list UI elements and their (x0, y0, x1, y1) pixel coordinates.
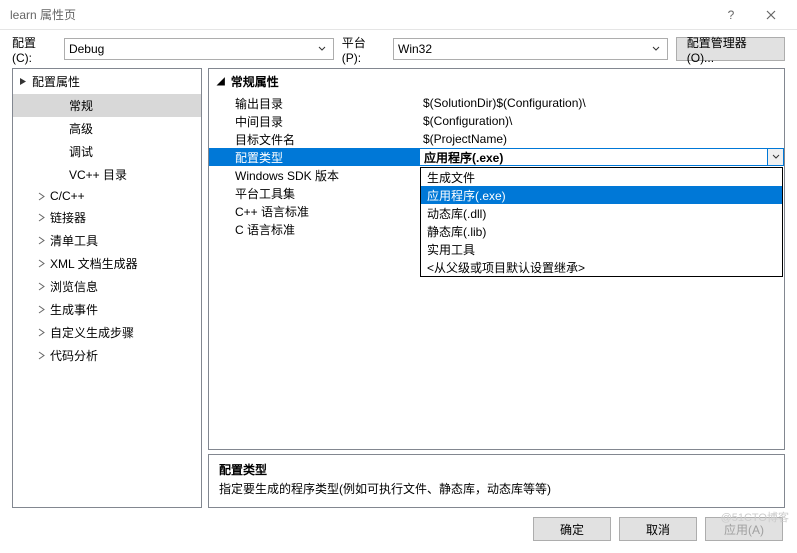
property-row[interactable]: 配置类型应用程序(.exe)生成文件应用程序(.exe)动态库(.dll)静态库… (209, 148, 784, 166)
tree-item-label: 高级 (69, 120, 93, 137)
tree-item[interactable]: 清单工具 (13, 229, 201, 252)
chevron-down-icon (772, 153, 780, 161)
dropdown-item[interactable]: <从父级或项目默认设置继承> (421, 258, 782, 276)
expand-icon[interactable] (37, 351, 46, 360)
property-row[interactable]: 中间目录$(Configuration)\ (209, 112, 784, 130)
tree-item[interactable]: C/C++ (13, 186, 201, 206)
property-name: 中间目录 (209, 112, 419, 130)
tree-item[interactable]: 常规 (13, 94, 201, 117)
tree-item[interactable]: VC++ 目录 (13, 163, 201, 186)
property-name: Windows SDK 版本 (209, 166, 419, 184)
tree-item-label: C/C++ (50, 189, 85, 203)
tree-item-label: XML 文档生成器 (50, 255, 138, 272)
dropdown-item[interactable]: 静态库(.lib) (421, 222, 782, 240)
ok-button[interactable]: 确定 (533, 517, 611, 541)
chevron-down-icon (315, 45, 329, 53)
tree-root[interactable]: 配置属性 (13, 69, 201, 94)
help-button[interactable]: ? (711, 0, 751, 30)
tree-item-label: VC++ 目录 (69, 166, 127, 183)
collapse-icon[interactable] (19, 77, 28, 86)
property-name: 平台工具集 (209, 184, 419, 202)
description-text: 指定要生成的程序类型(例如可执行文件、静态库，动态库等等) (219, 480, 774, 497)
property-value[interactable]: $(ProjectName) (419, 130, 784, 148)
window-title: learn 属性页 (10, 6, 711, 23)
close-button[interactable] (751, 0, 791, 30)
tree-item[interactable]: 链接器 (13, 206, 201, 229)
tree-item-label: 生成事件 (50, 301, 98, 318)
expand-icon[interactable] (37, 213, 46, 222)
tree-item[interactable]: XML 文档生成器 (13, 252, 201, 275)
dropdown-list[interactable]: 生成文件应用程序(.exe)动态库(.dll)静态库(.lib)实用工具<从父级… (420, 167, 783, 277)
property-grid[interactable]: ◢ 常规属性 输出目录$(SolutionDir)$(Configuration… (208, 68, 785, 450)
tree-item-label: 清单工具 (50, 232, 98, 249)
description-panel: 配置类型 指定要生成的程序类型(例如可执行文件、静态库，动态库等等) (208, 454, 785, 508)
expand-icon[interactable] (37, 305, 46, 314)
description-title: 配置类型 (219, 461, 774, 478)
toolbar: 配置(C): Debug 平台(P): Win32 配置管理器(O)... (0, 30, 797, 68)
property-name: 输出目录 (209, 94, 419, 112)
tree-item-label: 自定义生成步骤 (50, 324, 134, 341)
tree-item-label: 常规 (69, 97, 93, 114)
apply-button[interactable]: 应用(A) (705, 517, 783, 541)
platform-label: 平台(P): (342, 34, 385, 65)
config-manager-button[interactable]: 配置管理器(O)... (676, 37, 785, 61)
property-row[interactable]: 输出目录$(SolutionDir)$(Configuration)\ (209, 94, 784, 112)
property-value[interactable]: 应用程序(.exe)生成文件应用程序(.exe)动态库(.dll)静态库(.li… (419, 148, 784, 166)
dropdown-item[interactable]: 应用程序(.exe) (421, 186, 782, 204)
tree-item[interactable]: 浏览信息 (13, 275, 201, 298)
expand-icon[interactable] (37, 192, 46, 201)
tree-item-label: 浏览信息 (50, 278, 98, 295)
property-name: C 语言标准 (209, 220, 419, 238)
property-name: 目标文件名 (209, 130, 419, 148)
tree-item-label: 链接器 (50, 209, 86, 226)
property-name: 配置类型 (209, 148, 419, 166)
tree-item[interactable]: 生成事件 (13, 298, 201, 321)
expand-icon[interactable] (37, 282, 46, 291)
property-group-header[interactable]: ◢ 常规属性 (209, 69, 784, 94)
collapse-icon: ◢ (217, 76, 225, 87)
platform-value: Win32 (398, 42, 649, 56)
tree-item[interactable]: 高级 (13, 117, 201, 140)
property-name: C++ 语言标准 (209, 202, 419, 220)
config-label: 配置(C): (12, 34, 56, 65)
tree-item[interactable]: 自定义生成步骤 (13, 321, 201, 344)
dropdown-item[interactable]: 生成文件 (421, 168, 782, 186)
tree-item-label: 调试 (69, 143, 93, 160)
close-icon (766, 10, 776, 20)
expand-icon[interactable] (37, 236, 46, 245)
config-value: Debug (69, 42, 315, 56)
expand-icon[interactable] (37, 259, 46, 268)
property-row[interactable]: 目标文件名$(ProjectName) (209, 130, 784, 148)
titlebar: learn 属性页 ? (0, 0, 797, 30)
expand-icon[interactable] (37, 328, 46, 337)
tree-item[interactable]: 代码分析 (13, 344, 201, 367)
tree-item-label: 代码分析 (50, 347, 98, 364)
property-value[interactable]: $(Configuration)\ (419, 112, 784, 130)
tree-item[interactable]: 调试 (13, 140, 201, 163)
dropdown-item[interactable]: 动态库(.dll) (421, 204, 782, 222)
tree-panel[interactable]: 配置属性 常规高级调试 VC++ 目录 C/C++ 链接器清单工具 XML 文档生成器浏… (12, 68, 202, 508)
config-combo[interactable]: Debug (64, 38, 334, 60)
chevron-down-icon (649, 45, 663, 53)
cancel-button[interactable]: 取消 (619, 517, 697, 541)
footer: 确定 取消 应用(A) (0, 508, 797, 550)
property-value[interactable]: $(SolutionDir)$(Configuration)\ (419, 94, 784, 112)
dropdown-button[interactable] (767, 149, 783, 165)
dropdown-item[interactable]: 实用工具 (421, 240, 782, 258)
platform-combo[interactable]: Win32 (393, 38, 668, 60)
